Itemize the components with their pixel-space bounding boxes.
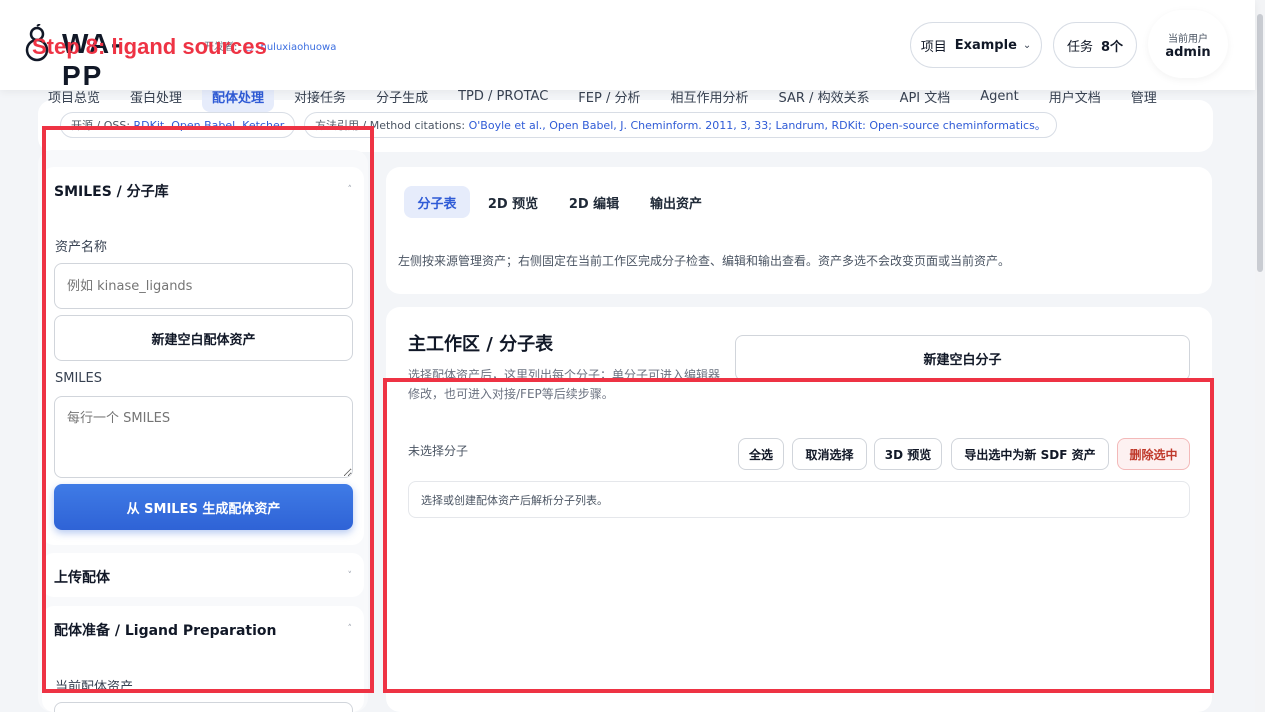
method-citation-chip: 方法引用 / Method citations: O'Boyle et al.,… xyxy=(304,112,1057,138)
project-value: Example xyxy=(954,37,1017,53)
tab-molecule-table[interactable]: 分子表 xyxy=(404,186,470,218)
tasks-label: 任务 xyxy=(1066,39,1093,55)
developer-link[interactable]: huluxiaohuowa xyxy=(260,42,336,53)
method-value: O'Boyle et al., Open Babel, J. Cheminfor… xyxy=(468,119,1046,132)
page-scrollbar[interactable] xyxy=(1255,0,1265,712)
new-blank-molecule-button[interactable]: 新建空白分子 xyxy=(735,335,1190,381)
current-asset-select[interactable] xyxy=(54,702,353,712)
tasks-count: 8个 xyxy=(1100,39,1124,55)
current-user[interactable]: 当前用户 admin xyxy=(1148,10,1228,78)
tab-output-assets[interactable]: 输出资产 xyxy=(640,186,712,218)
project-label: 项目 xyxy=(920,39,947,55)
highlight-box-left xyxy=(42,126,374,693)
scrollbar-thumb[interactable] xyxy=(1257,14,1263,272)
step-annotation: Step 8: ligand sources xyxy=(32,34,267,59)
tab-2d-preview[interactable]: 2D 预览 xyxy=(478,186,548,218)
project-selector[interactable]: 项目 Example ⌄ xyxy=(910,22,1042,68)
tasks-button[interactable]: 任务 8个 xyxy=(1053,22,1137,68)
workspace-description: 左侧按来源管理资产；右侧固定在当前工作区完成分子检查、编辑和输出查看。资产多选不… xyxy=(398,254,1011,268)
current-user-name: admin xyxy=(1165,45,1211,60)
chevron-down-icon: ⌄ xyxy=(1022,39,1032,51)
tab-2d-edit[interactable]: 2D 编辑 xyxy=(559,186,629,218)
highlight-box-right xyxy=(383,378,1214,693)
current-user-label: 当前用户 xyxy=(1168,34,1208,45)
main-workspace-title: 主工作区 / 分子表 xyxy=(408,334,554,355)
